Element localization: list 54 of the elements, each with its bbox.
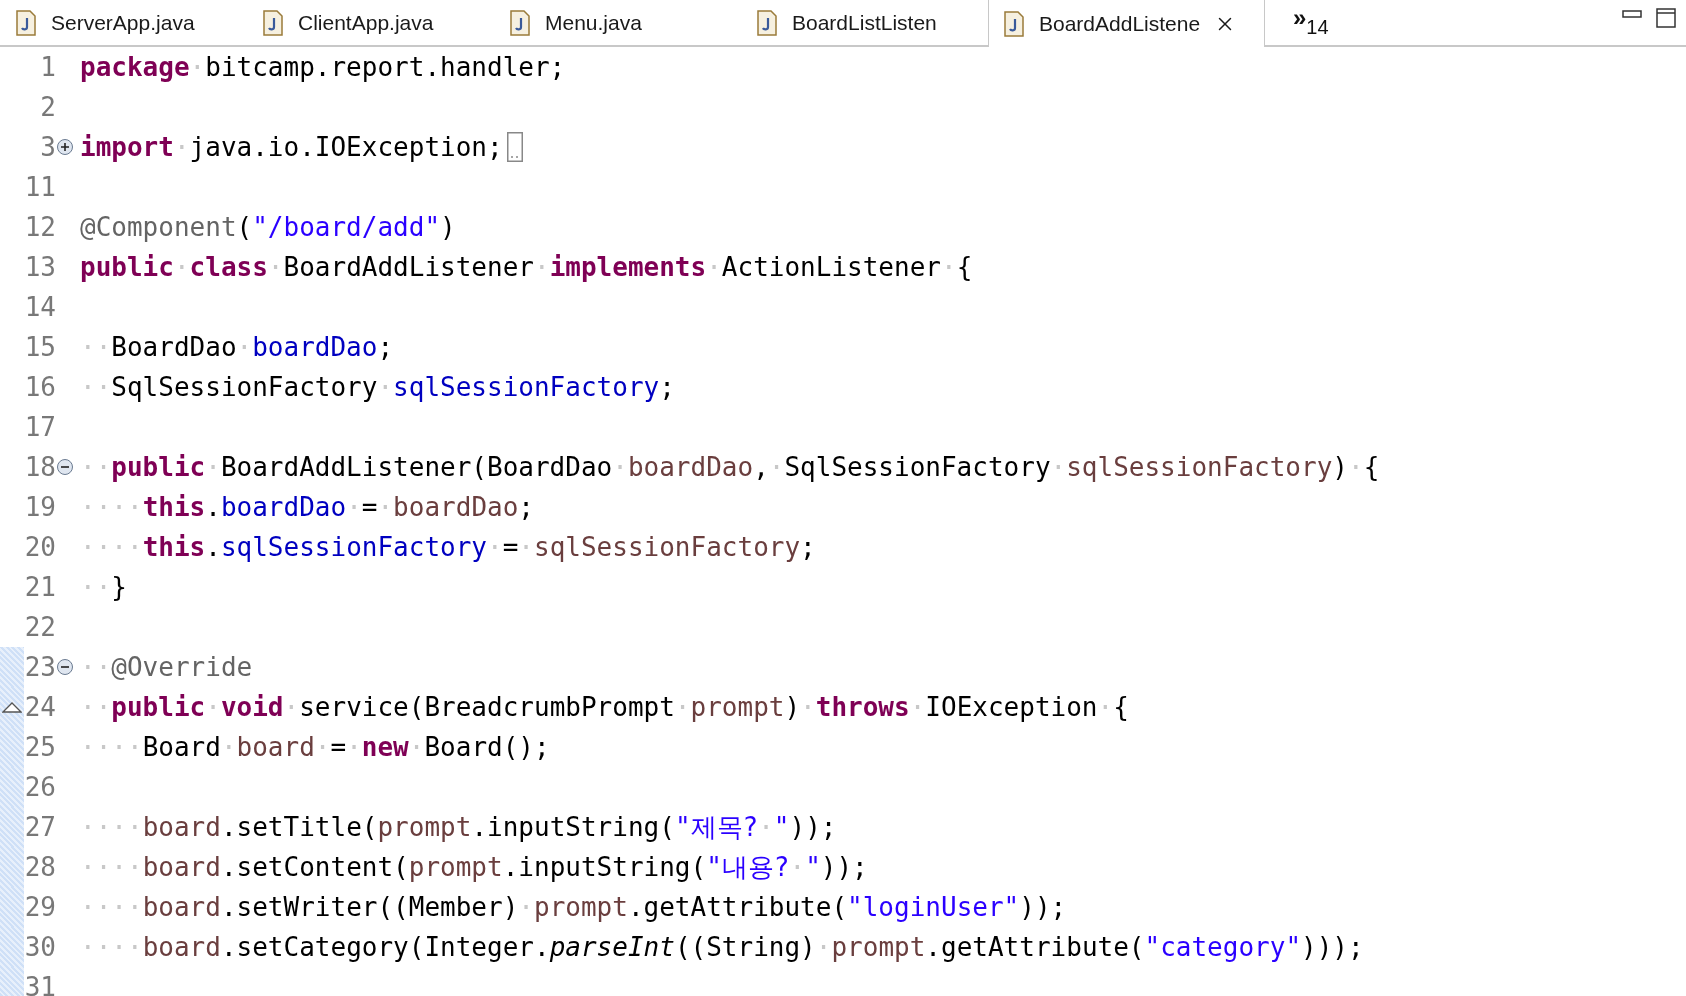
line-number: 13 — [24, 252, 56, 282]
code-line: @Component("/board/add") — [80, 212, 456, 242]
line-number: 27 — [24, 812, 56, 842]
line-number: 23 — [24, 652, 56, 682]
code-line: package·bitcamp.report.handler; — [80, 52, 566, 82]
code-line: ····board.setTitle(prompt.inputString("제목?·")); — [80, 810, 837, 844]
line-number: 16 — [24, 372, 56, 402]
line-number: 19 — [24, 492, 56, 522]
folded-code-icon[interactable] — [506, 132, 523, 162]
code-line: ····board.setContent(prompt.inputString("내용?·")); — [80, 850, 868, 884]
code-line: import·java.io.IOException; — [80, 132, 503, 162]
line-number: 24 — [24, 692, 56, 722]
line-number: 17 — [24, 412, 56, 442]
line-number: 15 — [24, 332, 56, 362]
line-number: 28 — [24, 852, 56, 882]
java-file-icon — [756, 9, 778, 36]
code-line: ··SqlSessionFactory·sqlSessionFactory; — [80, 372, 675, 402]
editor-tab[interactable]: BoardAddListene — [988, 0, 1265, 47]
java-file-icon — [262, 9, 284, 36]
line-number: 29 — [24, 892, 56, 922]
code-line: ····Board·board·=·new·Board(); — [80, 732, 550, 762]
minimize-icon[interactable] — [1622, 8, 1642, 20]
line-number: 22 — [24, 612, 56, 642]
java-file-icon — [509, 9, 531, 36]
line-number: 25 — [24, 732, 56, 762]
line-number: 2 — [39, 92, 56, 122]
expand-icon[interactable] — [56, 138, 74, 156]
code-line: ··BoardDao·boardDao; — [80, 332, 394, 362]
collapse-icon[interactable] — [56, 658, 74, 676]
code-line: ····board.setWriter((Member)·prompt.getAttribute("loginUser")); — [80, 892, 1067, 922]
line-number: 20 — [24, 532, 56, 562]
line-number: 3 — [39, 132, 56, 162]
line-number: 1 — [39, 52, 56, 82]
code-line: ··@Override — [80, 652, 253, 682]
line-number: 18 — [24, 452, 56, 482]
line-number: 30 — [24, 932, 56, 962]
code-line: public·class·BoardAddListener·implements·ActionListener·{ — [80, 252, 973, 282]
code-line: ····this.sqlSessionFactory·=·sqlSessionFactory; — [80, 532, 816, 562]
code-line: ····this.boardDao·=·boardDao; — [80, 492, 534, 522]
collapse-icon[interactable] — [56, 458, 74, 476]
code-line: ····board.setCategory(Integer.parseInt((String)·prompt.getAttribute("category"))); — [80, 932, 1364, 962]
line-number: 12 — [24, 212, 56, 242]
code-line: ··} — [80, 572, 127, 602]
line-number: 26 — [24, 772, 56, 802]
line-number: 11 — [24, 172, 56, 202]
line-number: 21 — [24, 572, 56, 602]
java-file-icon — [1003, 10, 1025, 37]
java-file-icon — [15, 9, 37, 36]
line-number: 31 — [24, 972, 56, 996]
code-line: ··public·BoardAddListener(BoardDao·boardDao,·SqlSessionFactory·sqlSessionFactory)·{ — [80, 452, 1380, 482]
code-line: ··public·void·service(BreadcrumbPrompt·prompt)·throws·IOException·{ — [80, 692, 1129, 722]
maximize-icon[interactable] — [1656, 8, 1676, 28]
override-triangle-icon — [2, 701, 22, 713]
line-number: 14 — [24, 292, 56, 322]
